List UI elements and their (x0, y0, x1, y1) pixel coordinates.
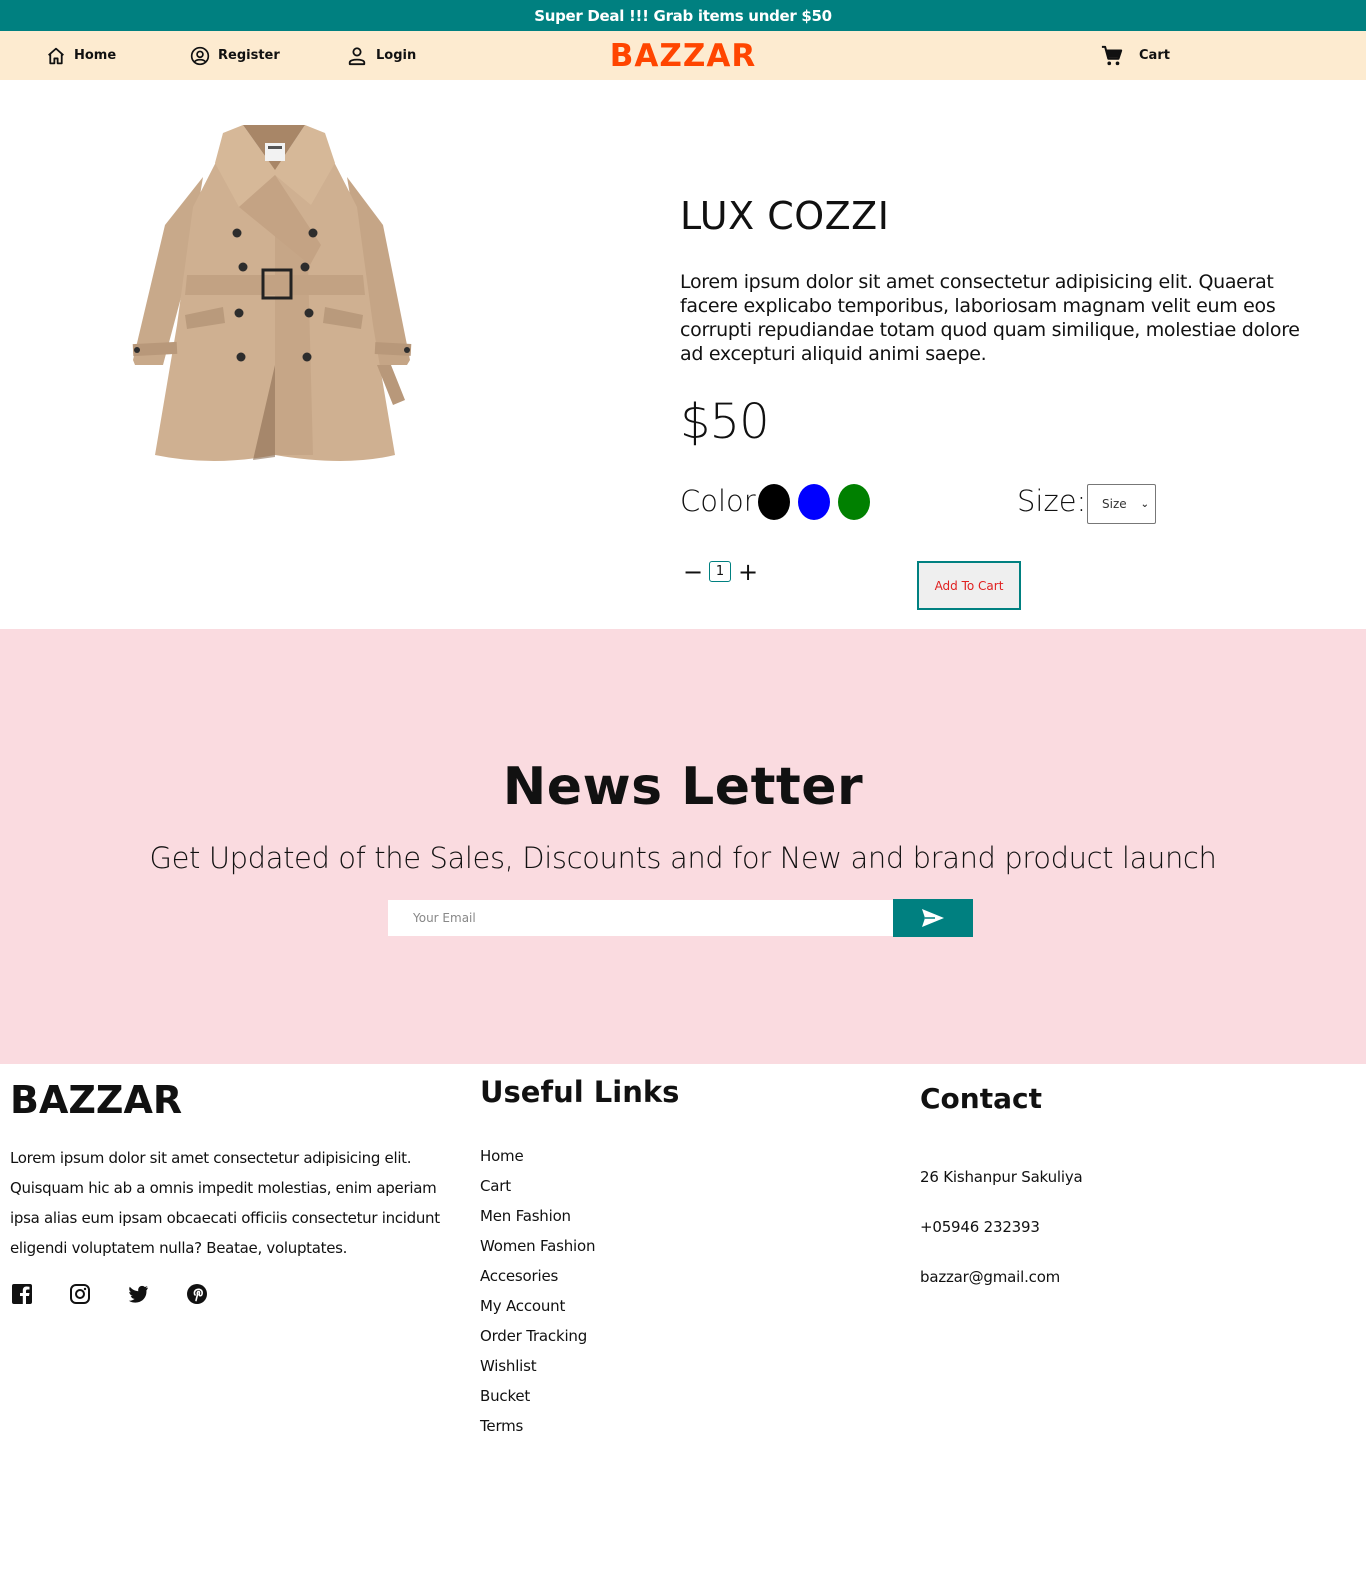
newsletter-subtitle: Get Updated of the Sales, Discounts and … (149, 841, 1217, 875)
nav-login-label: Login (376, 48, 417, 63)
announcement-bar: Super Deal !!! Grab items under $50 (0, 0, 1366, 31)
home-icon (48, 47, 64, 64)
product-price: $50 (680, 394, 770, 450)
footer-link-my-account[interactable]: My Account (480, 1291, 595, 1321)
contact-title: Contact (920, 1082, 1042, 1115)
nav-home-label: Home (74, 48, 117, 63)
color-swatch-black[interactable] (758, 484, 790, 520)
product-image (125, 115, 425, 485)
color-swatch-green[interactable] (838, 484, 870, 520)
product-section: LUX COZZI Lorem ipsum dolor sit amet con… (0, 80, 1366, 629)
nav-login-link[interactable]: Login (346, 31, 416, 80)
instagram-icon[interactable] (69, 1283, 91, 1305)
nav-register-link[interactable]: Register (190, 31, 280, 80)
send-icon (922, 909, 944, 927)
quantity-increment-button[interactable]: + (738, 558, 758, 586)
top-navbar: Home Register Login BAZZAR Cart (0, 31, 1366, 80)
footer-link-accesories[interactable]: Accesories (480, 1261, 595, 1291)
quantity-decrement-button[interactable]: − (683, 558, 703, 586)
nav-home-link[interactable]: Home (46, 31, 116, 80)
add-to-cart-button[interactable]: Add To Cart (917, 561, 1021, 610)
quantity-input[interactable]: 1 (709, 561, 731, 582)
footer-link-bucket[interactable]: Bucket (480, 1381, 595, 1411)
pinterest-icon[interactable] (186, 1283, 208, 1305)
footer-link-order-tracking[interactable]: Order Tracking (480, 1321, 595, 1351)
product-description: Lorem ipsum dolor sit amet consectetur a… (680, 271, 1300, 365)
user-circle-icon (190, 46, 210, 65)
contact-address: 26 Kishanpur Sakuliya (920, 1168, 1083, 1186)
footer-link-home[interactable]: Home (480, 1141, 595, 1171)
contact-phone: +05946 232393 (920, 1218, 1040, 1236)
newsletter-section: News Letter Get Updated of the Sales, Di… (0, 629, 1366, 1064)
footer-link-women-fashion[interactable]: Women Fashion (480, 1231, 595, 1261)
footer-link-wishlist[interactable]: Wishlist (480, 1351, 595, 1381)
nav-cart-label: Cart (1139, 48, 1170, 63)
nav-cart-link[interactable]: Cart (1101, 31, 1170, 80)
color-swatch-blue[interactable] (798, 484, 830, 520)
newsletter-email-input[interactable] (388, 900, 894, 936)
facebook-icon[interactable] (11, 1283, 33, 1305)
footer-link-terms[interactable]: Terms (480, 1411, 595, 1441)
shopping-cart-icon (1101, 45, 1123, 65)
useful-links-list: Home Cart Men Fashion Women Fashion Acce… (480, 1141, 595, 1441)
newsletter-submit-button[interactable] (893, 899, 973, 937)
footer-about-text: Lorem ipsum dolor sit amet consectetur a… (10, 1149, 440, 1257)
contact-email: bazzar@gmail.com (920, 1268, 1061, 1286)
footer-link-cart[interactable]: Cart (480, 1171, 595, 1201)
announcement-text: Super Deal !!! Grab items under $50 (534, 6, 832, 25)
chevron-down-icon: ⌄ (1140, 498, 1150, 510)
twitter-icon[interactable] (127, 1283, 149, 1305)
footer-brand: BAZZAR (10, 1078, 183, 1122)
color-label: Color (680, 484, 756, 518)
size-select[interactable]: Size ⌄ (1087, 484, 1156, 524)
footer-link-men-fashion[interactable]: Men Fashion (480, 1201, 595, 1231)
size-select-value: Size (1102, 497, 1127, 511)
footer: BAZZAR Lorem ipsum dolor sit amet consec… (0, 1064, 1366, 1575)
product-title: LUX COZZI (680, 194, 890, 238)
useful-links-title: Useful Links (480, 1075, 680, 1109)
size-label: Size: (1017, 484, 1087, 518)
nav-register-label: Register (218, 48, 280, 63)
newsletter-title: News Letter (502, 757, 864, 817)
user-icon (348, 46, 366, 65)
